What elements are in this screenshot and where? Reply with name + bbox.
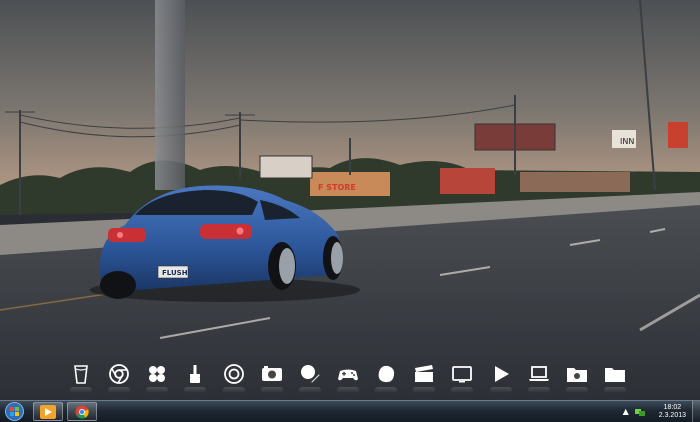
chrome-taskbar-icon[interactable]	[67, 402, 97, 421]
store-sign-text: F STORE	[318, 183, 356, 192]
laptop-icon[interactable]	[526, 363, 552, 393]
pebble-icon[interactable]	[373, 363, 399, 393]
play-icon[interactable]	[488, 363, 514, 393]
email-icon[interactable]	[221, 363, 247, 393]
chevron-up-icon[interactable]: ▲	[623, 407, 629, 416]
billboard-text: INN	[620, 137, 634, 146]
camera-icon[interactable]	[259, 363, 285, 393]
chrome-icon[interactable]	[106, 363, 132, 393]
network-icon[interactable]	[144, 363, 170, 393]
paint-brush-icon[interactable]	[182, 363, 208, 393]
dock-bar	[68, 360, 628, 396]
taskbar: ▲ 18:02 2.3.2013	[0, 400, 700, 422]
folder-icon[interactable]	[602, 363, 628, 393]
show-desktop-button[interactable]	[692, 401, 700, 422]
network-status-icon[interactable]	[634, 407, 645, 416]
license-plate-text: FLUSH	[162, 269, 188, 277]
monitor-icon[interactable]	[449, 363, 475, 393]
wallpaper-image: INN F STORE FLUSH	[0, 0, 700, 400]
windows-start-icon[interactable]	[3, 402, 25, 421]
gamepad-icon[interactable]	[335, 363, 361, 393]
recycle-bin-icon[interactable]	[68, 363, 94, 393]
clapperboard-icon[interactable]	[411, 363, 437, 393]
edit-icon[interactable]	[297, 363, 323, 393]
clock-date: 2.3.2013	[658, 411, 686, 419]
media-player-icon[interactable]	[33, 402, 63, 421]
clock[interactable]: 18:02 2.3.2013	[659, 404, 686, 420]
desktop-wallpaper: INN F STORE FLUSH	[0, 0, 700, 400]
system-tray: ▲ 18:02 2.3.2013	[623, 401, 686, 422]
clock-time: 18:02	[663, 403, 682, 411]
photo-folder-icon[interactable]	[564, 363, 590, 393]
